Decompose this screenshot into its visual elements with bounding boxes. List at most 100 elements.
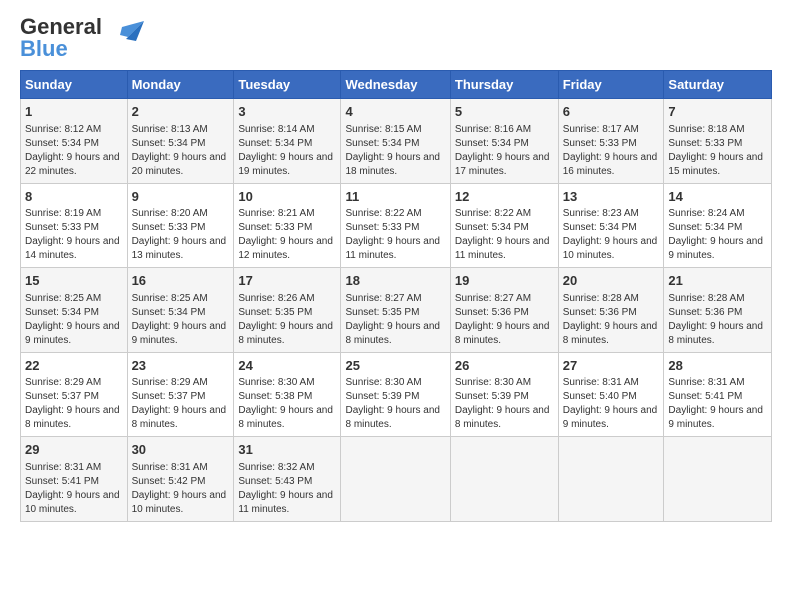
day-info: Sunrise: 8:21 AMSunset: 5:33 PMDaylight:… — [238, 207, 336, 263]
day-info: Sunrise: 8:25 AMSunset: 5:34 PMDaylight:… — [25, 292, 123, 348]
calendar-cell: 6 Sunrise: 8:17 AMSunset: 5:33 PMDaylight… — [558, 99, 664, 184]
calendar-cell: 12Sunrise: 8:22 AMSunset: 5:34 PMDayligh… — [450, 183, 558, 268]
weekday-header-sunday: Sunday — [21, 71, 128, 99]
calendar-table: SundayMondayTuesdayWednesdayThursdayFrid… — [20, 70, 772, 522]
day-info: Sunrise: 8:27 AMSunset: 5:36 PMDaylight:… — [455, 292, 554, 348]
day-number: 15 — [25, 272, 123, 290]
day-number: 23 — [132, 357, 230, 375]
day-info: Sunrise: 8:12 AMSunset: 5:34 PMDaylight:… — [25, 123, 123, 179]
calendar-cell: 2Sunrise: 8:13 AMSunset: 5:34 PMDaylight… — [127, 99, 234, 184]
day-number: 21 — [668, 272, 767, 290]
calendar-cell: 23Sunrise: 8:29 AMSunset: 5:37 PMDayligh… — [127, 352, 234, 437]
weekday-header-thursday: Thursday — [450, 71, 558, 99]
calendar-cell: 16 Sunrise: 8:25 AMSunset: 5:34 PMDayligh… — [127, 268, 234, 353]
weekday-header-saturday: Saturday — [664, 71, 772, 99]
day-info: Sunrise: 8:16 AMSunset: 5:34 PMDaylight:… — [455, 123, 554, 179]
day-info: Sunrise: 8:31 AMSunset: 5:42 PMDaylight:… — [132, 461, 230, 517]
calendar-cell: 24Sunrise: 8:30 AMSunset: 5:38 PMDayligh… — [234, 352, 341, 437]
day-info: Sunrise: 8:22 AMSunset: 5:33 PMDaylight:… — [345, 207, 445, 263]
day-number: 4 — [345, 103, 445, 121]
calendar-page: General Blue SundayMondayTuesdayWednesda… — [0, 0, 792, 532]
day-info: Sunrise: 8:24 AMSunset: 5:34 PMDaylight:… — [668, 207, 767, 263]
day-info: Sunrise: 8:15 AMSunset: 5:34 PMDaylight:… — [345, 123, 445, 179]
calendar-cell: 11Sunrise: 8:22 AMSunset: 5:33 PMDayligh… — [341, 183, 450, 268]
day-number: 3 — [238, 103, 336, 121]
day-number: 14 — [668, 188, 767, 206]
day-info: Sunrise: 8:30 AMSunset: 5:38 PMDaylight:… — [238, 376, 336, 432]
calendar-cell: 9Sunrise: 8:20 AMSunset: 5:33 PMDaylight… — [127, 183, 234, 268]
logo-bird-icon — [106, 17, 144, 55]
day-number: 1 — [25, 103, 123, 121]
day-number: 6 — [563, 103, 660, 121]
calendar-week-row: 22Sunrise: 8:29 AMSunset: 5:37 PMDayligh… — [21, 352, 772, 437]
day-number: 11 — [345, 188, 445, 206]
day-number: 26 — [455, 357, 554, 375]
day-number: 31 — [238, 441, 336, 459]
day-info: Sunrise: 8:28 AMSunset: 5:36 PMDaylight:… — [668, 292, 767, 348]
weekday-header-tuesday: Tuesday — [234, 71, 341, 99]
day-info: Sunrise: 8:32 AMSunset: 5:43 PMDaylight:… — [238, 461, 336, 517]
calendar-cell — [664, 437, 772, 522]
calendar-cell: 26Sunrise: 8:30 AMSunset: 5:39 PMDayligh… — [450, 352, 558, 437]
day-info: Sunrise: 8:29 AMSunset: 5:37 PMDaylight:… — [25, 376, 123, 432]
calendar-cell: 27Sunrise: 8:31 AMSunset: 5:40 PMDayligh… — [558, 352, 664, 437]
day-number: 17 — [238, 272, 336, 290]
calendar-cell: 17 Sunrise: 8:26 AMSunset: 5:35 PMDayligh… — [234, 268, 341, 353]
calendar-cell: 10Sunrise: 8:21 AMSunset: 5:33 PMDayligh… — [234, 183, 341, 268]
day-info: Sunrise: 8:22 AMSunset: 5:34 PMDaylight:… — [455, 207, 554, 263]
calendar-cell: 25Sunrise: 8:30 AMSunset: 5:39 PMDayligh… — [341, 352, 450, 437]
day-info: Sunrise: 8:30 AMSunset: 5:39 PMDaylight:… — [455, 376, 554, 432]
day-number: 16 — [132, 272, 230, 290]
calendar-cell: 13Sunrise: 8:23 AMSunset: 5:34 PMDayligh… — [558, 183, 664, 268]
day-info: Sunrise: 8:27 AMSunset: 5:35 PMDaylight:… — [345, 292, 445, 348]
calendar-week-row: 1 Sunrise: 8:12 AMSunset: 5:34 PMDaylight… — [21, 99, 772, 184]
day-info: Sunrise: 8:13 AMSunset: 5:34 PMDaylight:… — [132, 123, 230, 179]
calendar-cell: 29Sunrise: 8:31 AMSunset: 5:41 PMDayligh… — [21, 437, 128, 522]
day-number: 5 — [455, 103, 554, 121]
calendar-cell — [341, 437, 450, 522]
calendar-cell: 5 Sunrise: 8:16 AMSunset: 5:34 PMDaylight… — [450, 99, 558, 184]
calendar-cell: 14Sunrise: 8:24 AMSunset: 5:34 PMDayligh… — [664, 183, 772, 268]
weekday-header-monday: Monday — [127, 71, 234, 99]
calendar-cell: 31 Sunrise: 8:32 AMSunset: 5:43 PMDayligh… — [234, 437, 341, 522]
day-info: Sunrise: 8:17 AMSunset: 5:33 PMDaylight:… — [563, 123, 660, 179]
calendar-cell: 18 Sunrise: 8:27 AMSunset: 5:35 PMDayligh… — [341, 268, 450, 353]
calendar-week-row: 15 Sunrise: 8:25 AMSunset: 5:34 PMDayligh… — [21, 268, 772, 353]
weekday-header-wednesday: Wednesday — [341, 71, 450, 99]
day-info: Sunrise: 8:20 AMSunset: 5:33 PMDaylight:… — [132, 207, 230, 263]
day-number: 27 — [563, 357, 660, 375]
day-info: Sunrise: 8:31 AMSunset: 5:41 PMDaylight:… — [25, 461, 123, 517]
logo-general: General — [20, 16, 102, 38]
day-number: 12 — [455, 188, 554, 206]
day-number: 19 — [455, 272, 554, 290]
day-number: 13 — [563, 188, 660, 206]
calendar-cell — [450, 437, 558, 522]
day-number: 18 — [345, 272, 445, 290]
day-number: 20 — [563, 272, 660, 290]
calendar-cell: 7 Sunrise: 8:18 AMSunset: 5:33 PMDaylight… — [664, 99, 772, 184]
day-number: 8 — [25, 188, 123, 206]
day-info: Sunrise: 8:26 AMSunset: 5:35 PMDaylight:… — [238, 292, 336, 348]
calendar-cell: 22Sunrise: 8:29 AMSunset: 5:37 PMDayligh… — [21, 352, 128, 437]
day-number: 24 — [238, 357, 336, 375]
day-info: Sunrise: 8:18 AMSunset: 5:33 PMDaylight:… — [668, 123, 767, 179]
day-info: Sunrise: 8:29 AMSunset: 5:37 PMDaylight:… — [132, 376, 230, 432]
calendar-cell: 30 Sunrise: 8:31 AMSunset: 5:42 PMDayligh… — [127, 437, 234, 522]
calendar-cell: 19 Sunrise: 8:27 AMSunset: 5:36 PMDayligh… — [450, 268, 558, 353]
day-info: Sunrise: 8:14 AMSunset: 5:34 PMDaylight:… — [238, 123, 336, 179]
logo: General Blue — [20, 16, 144, 60]
calendar-cell: 1 Sunrise: 8:12 AMSunset: 5:34 PMDaylight… — [21, 99, 128, 184]
day-number: 10 — [238, 188, 336, 206]
day-number: 9 — [132, 188, 230, 206]
day-info: Sunrise: 8:25 AMSunset: 5:34 PMDaylight:… — [132, 292, 230, 348]
logo-blue: Blue — [20, 38, 102, 60]
day-number: 22 — [25, 357, 123, 375]
calendar-cell: 28Sunrise: 8:31 AMSunset: 5:41 PMDayligh… — [664, 352, 772, 437]
calendar-cell — [558, 437, 664, 522]
calendar-cell: 4 Sunrise: 8:15 AMSunset: 5:34 PMDaylight… — [341, 99, 450, 184]
calendar-week-row: 8Sunrise: 8:19 AMSunset: 5:33 PMDaylight… — [21, 183, 772, 268]
day-number: 30 — [132, 441, 230, 459]
day-number: 7 — [668, 103, 767, 121]
day-info: Sunrise: 8:28 AMSunset: 5:36 PMDaylight:… — [563, 292, 660, 348]
weekday-header-friday: Friday — [558, 71, 664, 99]
